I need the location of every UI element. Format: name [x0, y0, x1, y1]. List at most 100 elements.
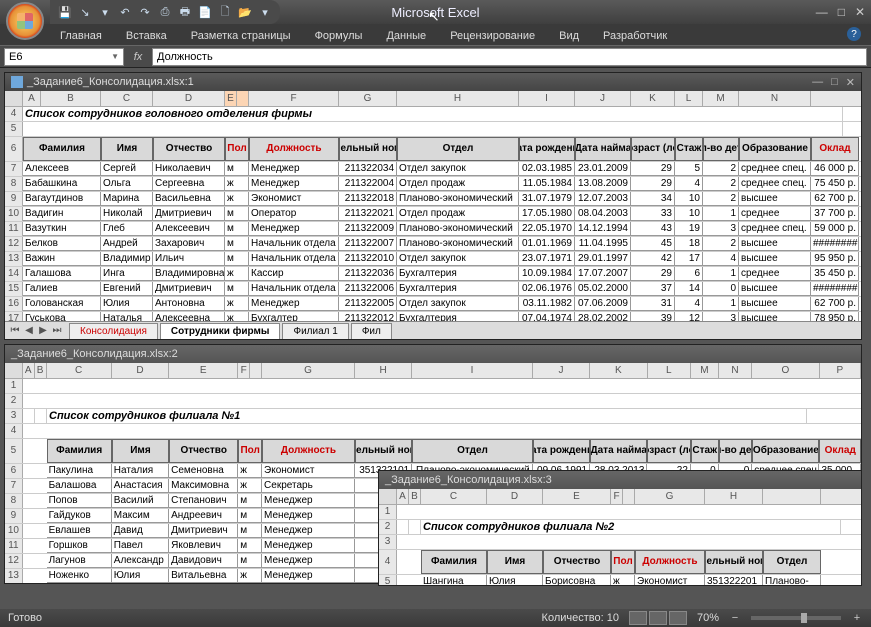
sheet-tab-consolidation[interactable]: Консолидация [69, 323, 158, 339]
tab-first[interactable]: ⏮ [9, 325, 21, 336]
col-D[interactable]: D [153, 91, 225, 106]
tab-data[interactable]: Данные [376, 27, 436, 45]
tab-view[interactable]: Вид [549, 27, 589, 45]
col-F[interactable]: F [249, 91, 339, 106]
status-bar: Готово Количество: 10 70% − + [0, 609, 871, 627]
sheet-tab-branch2[interactable]: Фил [351, 323, 392, 339]
open-icon[interactable]: 📂 [238, 5, 252, 19]
hdr-empnum[interactable]: Табельный номер [339, 137, 397, 161]
table-row: 16ГолованскаяЮлияАнтоновнажМенеджер21132… [5, 297, 861, 312]
section-title[interactable]: Список сотрудников головного отделения ф… [23, 107, 843, 121]
hdr-children[interactable]: Кол-во детей [703, 137, 739, 161]
tab-home[interactable]: Главная [50, 27, 112, 45]
window2-titlebar[interactable]: _Задание6_Консолидация.xlsx:2 [5, 345, 861, 363]
minimize-button[interactable]: — [816, 5, 828, 19]
blank-row: 2 [5, 394, 861, 409]
status-ready: Готово [8, 612, 42, 624]
zoom-slider[interactable] [751, 616, 841, 620]
window1-title: _Задание6_Консолидация.xlsx:1 [27, 76, 194, 88]
hdr-position[interactable]: Должность [249, 137, 339, 161]
tab-formulas[interactable]: Формулы [305, 27, 373, 45]
new-icon[interactable]: 🗋 [218, 5, 232, 19]
hdr-salary[interactable]: Оклад [811, 137, 859, 161]
zoom-in[interactable]: + [851, 612, 863, 624]
hdr-lastname[interactable]: Фамилия [23, 137, 101, 161]
hdr-birthdate[interactable]: Дата рождения [519, 137, 575, 161]
table-row: 14ГалашоваИнгаВладимировнажКассир2113220… [5, 267, 861, 282]
tab-prev[interactable]: ◀ [23, 325, 35, 336]
formula-input[interactable]: Должность [152, 48, 867, 66]
select-all-corner[interactable] [5, 91, 23, 106]
col-C[interactable]: C [101, 91, 153, 106]
row-header[interactable]: 4 [5, 107, 23, 121]
hdr-gender[interactable]: Пол [225, 137, 249, 161]
close-button[interactable]: ✕ [855, 5, 865, 19]
table-row: 5ШангинаЮлияБорисовнажЭкономист351322201… [379, 575, 861, 585]
view-page-break[interactable] [669, 611, 687, 625]
sheet-tab-branch1[interactable]: Филиал 1 [282, 323, 348, 339]
more-icon[interactable]: ▾ [258, 5, 272, 19]
col-G[interactable]: G [339, 91, 397, 106]
col-H[interactable]: H [397, 91, 519, 106]
redo-icon[interactable]: ↷ [138, 5, 152, 19]
blank-row: 4 [5, 424, 861, 439]
hdr-hiredate[interactable]: Дата найма [575, 137, 631, 161]
view-normal[interactable] [629, 611, 647, 625]
win1-minimize[interactable]: — [812, 76, 823, 89]
hdr-firstname[interactable]: Имя [101, 137, 153, 161]
col-E1[interactable]: E [225, 91, 237, 106]
arrow-icon[interactable]: ↘ [78, 5, 92, 19]
hdr-age[interactable]: Возраст (лет) [631, 137, 675, 161]
window3-titlebar[interactable]: _Задание6_Консолидация.xlsx:3 [379, 471, 861, 489]
table-row: 8БабашкинаОльгаСергеевнажМенеджер2113220… [5, 177, 861, 192]
col-L[interactable]: L [675, 91, 703, 106]
row-header[interactable]: 5 [5, 122, 23, 136]
row-header[interactable]: 6 [5, 137, 23, 161]
col-K[interactable]: K [631, 91, 675, 106]
undo-icon[interactable]: ↶ [118, 5, 132, 19]
hdr-tenure[interactable]: Стаж [675, 137, 703, 161]
table-row: 15ГалиевЕвгенийДмитриевичмНачальник отде… [5, 282, 861, 297]
tab-developer[interactable]: Разработчик [593, 27, 677, 45]
zoom-out[interactable]: − [729, 612, 741, 624]
help-icon[interactable]: ? [847, 27, 861, 41]
window1-sheet[interactable]: A B C D E F G H I J K L M N 4 Список сот… [5, 91, 861, 321]
hdr-dept[interactable]: Отдел [397, 137, 519, 161]
status-count: Количество: 10 [542, 612, 619, 624]
tab-review[interactable]: Рецензирование [440, 27, 545, 45]
title-row: 3 Список сотрудников филиала №1 [5, 409, 861, 424]
print-icon[interactable]: 🖶 [178, 5, 192, 19]
dropdown-icon[interactable]: ▾ [98, 5, 112, 19]
section-title-2[interactable]: Список сотрудников филиала №1 [47, 409, 807, 423]
col-I[interactable]: I [519, 91, 575, 106]
win1-close[interactable]: ✕ [846, 76, 855, 89]
col-N[interactable]: N [739, 91, 811, 106]
tab-last[interactable]: ⏭ [51, 325, 63, 336]
tab-page-layout[interactable]: Разметка страницы [181, 27, 301, 45]
blank-row: 1 [5, 379, 861, 394]
tab-insert[interactable]: Вставка [116, 27, 177, 45]
quick-print-icon[interactable]: 📄 [198, 5, 212, 19]
window1-titlebar[interactable]: _Задание6_Консолидация.xlsx:1 — □ ✕ [5, 73, 861, 91]
col-E2[interactable] [237, 91, 249, 106]
col-M[interactable]: M [703, 91, 739, 106]
window3-sheet[interactable]: A B C D E F G H 1 2 Список сотрудников ф… [379, 489, 861, 585]
col-B[interactable]: B [41, 91, 101, 106]
save-icon[interactable]: 💾 [58, 5, 72, 19]
select-all-corner[interactable] [5, 363, 23, 378]
win1-maximize[interactable]: □ [831, 76, 838, 89]
hdr-education[interactable]: Образование [739, 137, 811, 161]
print-preview-icon[interactable]: ⎙ [158, 5, 172, 19]
sheet-tab-employees[interactable]: Сотрудники фирмы [160, 323, 281, 339]
maximize-button[interactable]: □ [838, 5, 845, 19]
col-J[interactable]: J [575, 91, 631, 106]
hdr-patronymic[interactable]: Отчество [153, 137, 225, 161]
chevron-down-icon[interactable]: ▼ [111, 52, 119, 61]
fx-icon[interactable]: fx [128, 51, 148, 63]
view-page-layout[interactable] [649, 611, 667, 625]
office-button[interactable] [6, 2, 44, 40]
name-box[interactable]: E6 ▼ [4, 48, 124, 66]
col-A[interactable]: A [23, 91, 41, 106]
tab-next[interactable]: ▶ [37, 325, 49, 336]
window-controls: — □ ✕ [816, 5, 865, 19]
